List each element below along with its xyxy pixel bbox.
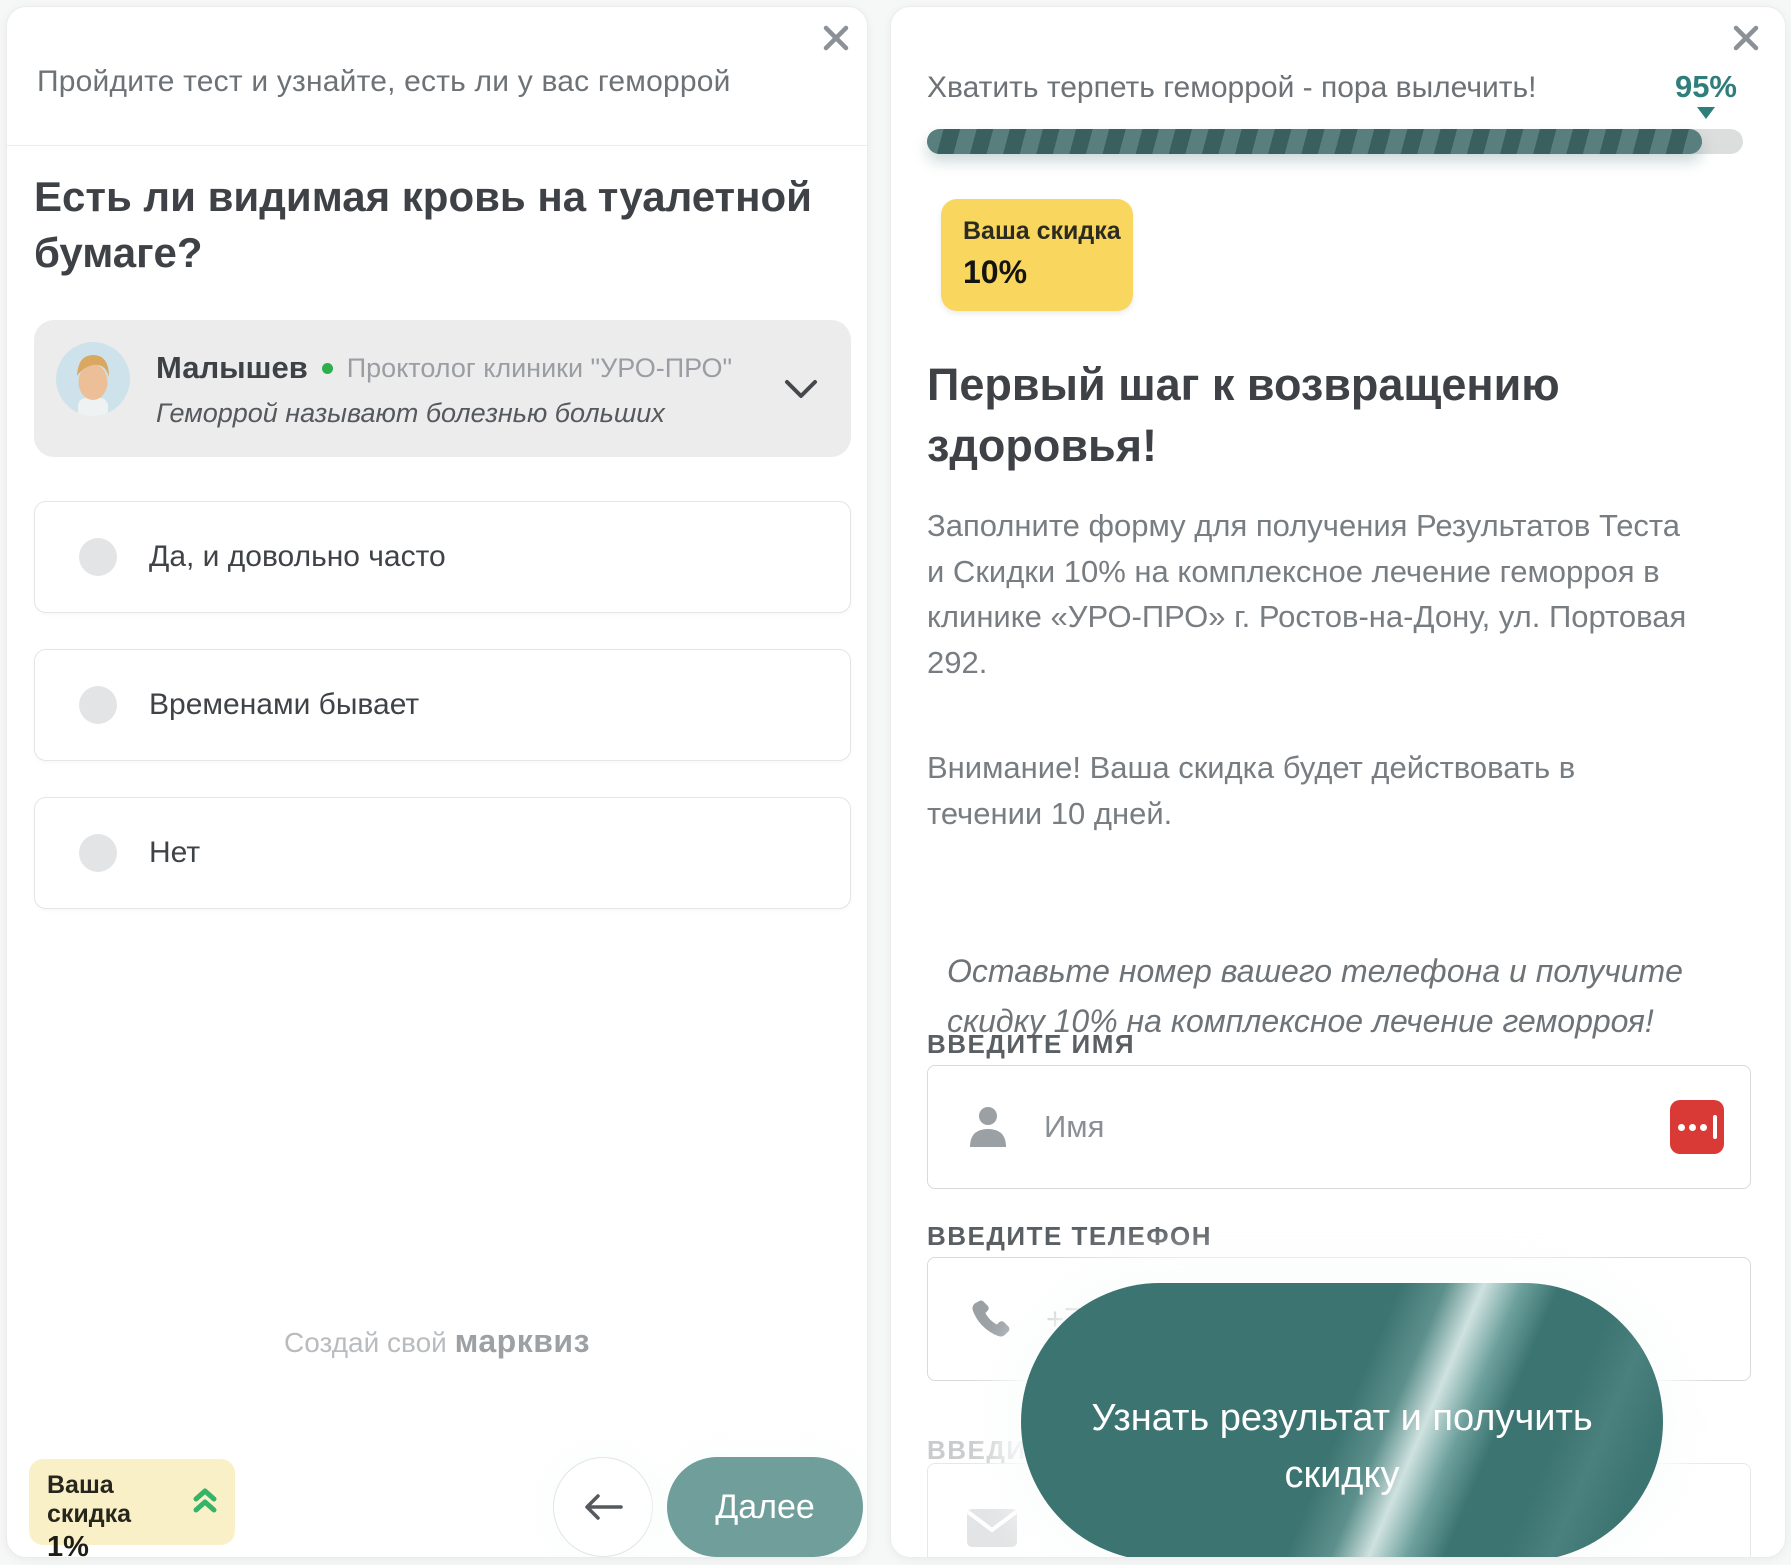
branding-logo: марквиз <box>455 1323 590 1359</box>
chevron-double-up-icon <box>191 1485 219 1515</box>
lead-form-panel: Хватить терпеть геморрой - пора вылечить… <box>890 6 1786 1558</box>
form-header: Хватить терпеть геморрой - пора вылечить… <box>927 71 1587 105</box>
person-icon <box>966 1103 1010 1151</box>
expert-name: Малышев <box>156 350 308 386</box>
expert-info: Малышев Проктолог клиники "УРО-ПРО" Гемо… <box>156 348 771 429</box>
answer-option[interactable]: Нет <box>34 797 851 909</box>
answer-option[interactable]: Временами бывает <box>34 649 851 761</box>
next-button[interactable]: Далее <box>667 1457 863 1557</box>
progress-bar <box>927 129 1743 154</box>
progress-fill <box>927 129 1702 154</box>
radio-icon[interactable] <box>79 686 117 724</box>
expert-role: Проктолог клиники "УРО-ПРО" <box>347 353 732 384</box>
back-button[interactable] <box>553 1457 653 1557</box>
phone-field-label: ВВЕДИТЕ ТЕЛЕФОН <box>927 1221 1212 1252</box>
phone-icon <box>966 1296 1012 1342</box>
close-icon[interactable] <box>819 21 853 55</box>
answer-option[interactable]: Да, и довольно часто <box>34 501 851 613</box>
quiz-title: Пройдите тест и узнайте, есть ли у вас г… <box>37 65 817 99</box>
envelope-icon <box>966 1508 1018 1548</box>
radio-icon[interactable] <box>79 538 117 576</box>
radio-icon[interactable] <box>79 834 117 872</box>
progress-percent: 95% <box>1675 69 1737 119</box>
discount-label: Ваша скидка <box>47 1471 179 1529</box>
expert-quote: Геморрой называют болезнью больших <box>156 398 771 429</box>
discount-value: 1% <box>47 1531 219 1558</box>
submit-button-label: Узнать результат и получить скидку <box>1062 1390 1622 1504</box>
name-field <box>927 1065 1751 1189</box>
submit-button[interactable]: Узнать результат и получить скидку <box>1021 1283 1663 1558</box>
progress-pointer-icon <box>1697 107 1715 119</box>
password-manager-icon[interactable] <box>1670 1100 1724 1154</box>
form-description: Заполните форму для получения Результато… <box>927 503 1687 685</box>
discount-badge: Ваша скидка 10% <box>941 199 1133 311</box>
expert-card[interactable]: Малышев Проктолог клиники "УРО-ПРО" Гемо… <box>34 320 851 457</box>
expert-avatar <box>56 342 130 416</box>
question-text: Есть ли видимая кровь на туалетной бумаг… <box>34 169 814 281</box>
name-input[interactable] <box>1044 1109 1670 1145</box>
form-title: Первый шаг к возвращению здоровья! <box>927 355 1667 477</box>
answer-option-label: Нет <box>149 836 200 870</box>
close-icon[interactable] <box>1729 21 1763 55</box>
quiz-question-panel: Пройдите тест и узнайте, есть ли у вас г… <box>6 6 868 1558</box>
answer-option-label: Да, и довольно часто <box>149 540 446 574</box>
marquiz-branding[interactable]: Создай свой марквиз <box>7 1323 867 1360</box>
online-dot-icon <box>322 363 333 374</box>
answer-option-label: Временами бывает <box>149 688 419 722</box>
header-divider <box>7 145 867 146</box>
name-field-label: ВВЕДИТЕ ИМЯ <box>927 1029 1135 1060</box>
branding-prefix: Создай свой <box>284 1327 447 1358</box>
discount-label: Ваша скидка <box>963 217 1133 246</box>
chevron-down-icon[interactable] <box>781 376 821 402</box>
form-warning: Внимание! Ваша скидка будет действовать … <box>927 745 1687 836</box>
discount-badge: Ваша скидка 1% <box>29 1459 235 1545</box>
arrow-left-icon <box>581 1492 625 1522</box>
discount-value: 10% <box>963 254 1133 291</box>
